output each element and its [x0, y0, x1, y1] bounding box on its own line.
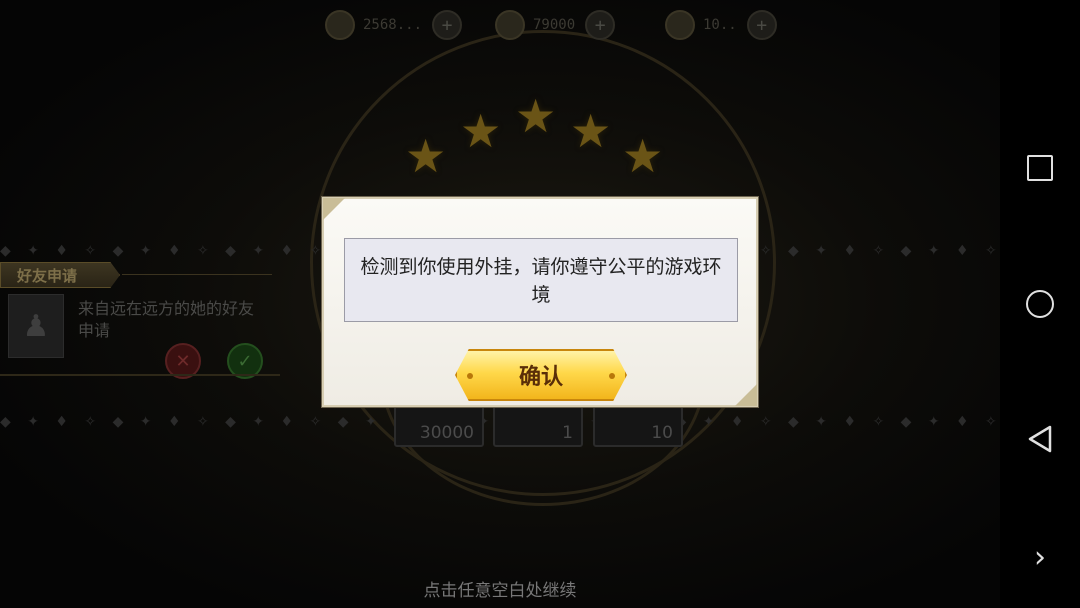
button-ornament — [609, 373, 615, 379]
star-icon: ★ — [622, 129, 664, 183]
home-button[interactable] — [1020, 284, 1060, 324]
dialog-message: 检测到你使用外挂，请你遵守公平的游戏环境 — [344, 238, 738, 322]
resource-energy: 79000 + — [495, 10, 616, 40]
reward-slot-sword: 1 — [493, 403, 583, 447]
gem-icon — [665, 10, 695, 40]
resource-gem-value: 10.. — [703, 17, 737, 33]
star-icon: ★ — [460, 104, 502, 158]
confirm-button-label: 确认 — [518, 365, 563, 390]
resource-energy-value: 79000 — [533, 17, 576, 33]
resource-gem: 10.. + — [665, 10, 777, 40]
circle-icon — [1026, 290, 1054, 318]
reward-count: 1 — [562, 423, 573, 443]
chevron-right-icon: › — [1034, 539, 1046, 575]
divider — [0, 374, 280, 376]
android-nav-bar: › — [1000, 0, 1080, 608]
divider — [122, 274, 272, 275]
cheat-warning-dialog: 检测到你使用外挂，请你遵守公平的游戏环境 确认 — [322, 197, 758, 407]
add-gem-icon[interactable]: + — [746, 10, 777, 40]
friend-request-title: 好友申请 — [0, 262, 120, 288]
button-ornament — [467, 373, 473, 379]
reward-slot-medal: 10 — [593, 403, 683, 447]
expand-nav-button[interactable]: › — [1020, 537, 1060, 577]
resource-coin-value: 2568... — [363, 17, 423, 33]
reward-slot-crystal: 30000 — [394, 403, 484, 447]
confirm-button[interactable]: 确认 — [455, 349, 627, 401]
friend-request-message: 来自远在远方的她的好友申请 — [78, 299, 255, 340]
add-coin-icon[interactable]: + — [432, 10, 463, 40]
corner-ornament — [735, 384, 757, 406]
check-icon: ✓ — [237, 350, 253, 372]
resource-coin: 2568... + — [325, 10, 463, 40]
triangle-back-icon — [1028, 425, 1052, 453]
friend-request-panel: 好友申请 ♟ 来自远在远方的她的好友申请 ✕ ✓ — [0, 262, 280, 380]
star-icon: ★ — [405, 129, 447, 183]
coin-icon — [325, 10, 355, 40]
recent-apps-button[interactable] — [1020, 148, 1060, 188]
reward-count: 30000 — [419, 423, 474, 443]
reward-count: 10 — [651, 423, 673, 443]
star-icon: ★ — [570, 104, 612, 158]
close-icon: ✕ — [175, 350, 191, 372]
continue-hint: 点击任意空白处继续 — [423, 581, 577, 601]
back-button[interactable] — [1020, 419, 1060, 459]
star-icon: ★ — [515, 89, 557, 143]
energy-icon — [495, 10, 525, 40]
square-icon — [1027, 155, 1053, 181]
add-energy-icon[interactable]: + — [585, 10, 616, 40]
user-silhouette-icon: ♟ — [22, 308, 50, 344]
corner-ornament — [323, 198, 345, 220]
avatar: ♟ — [8, 294, 64, 358]
